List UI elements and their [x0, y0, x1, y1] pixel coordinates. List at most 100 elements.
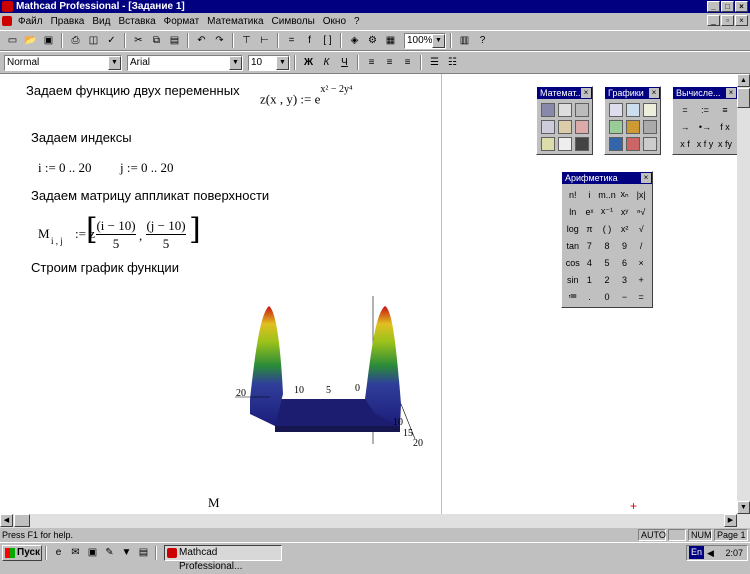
zoom-plot-icon[interactable] — [642, 136, 657, 151]
polar-plot-icon[interactable] — [625, 102, 640, 117]
doc-close-button[interactable]: × — [735, 15, 748, 26]
arith-button[interactable]: 9 — [617, 238, 633, 253]
arith-button[interactable]: = — [633, 289, 649, 304]
insert-unit-icon[interactable]: [ ] — [319, 32, 336, 49]
index-j-definition[interactable]: j := 0 .. 20 — [120, 160, 174, 176]
math-palette-title[interactable]: Математ... × — [537, 87, 592, 99]
arith-button[interactable]: ( ) — [598, 221, 616, 236]
undo-icon[interactable]: ↶ — [193, 32, 210, 49]
text-region-indices[interactable]: Задаем индексы — [31, 130, 132, 145]
scroll-thumb[interactable] — [737, 88, 750, 108]
explorer-quicklaunch-icon[interactable]: ▣ — [84, 544, 101, 561]
menu-edit[interactable]: Правка — [47, 13, 89, 30]
menu-file[interactable]: Файл — [14, 13, 47, 30]
text-region-plot[interactable]: Строим график функции — [31, 260, 179, 275]
zoom-select[interactable]: 100% ▼ — [404, 32, 446, 49]
arith-button[interactable]: . — [582, 289, 598, 304]
evaluation-icon[interactable] — [540, 119, 555, 134]
arith-button[interactable]: i — [582, 187, 598, 202]
resource-icon[interactable]: ◈ — [346, 32, 363, 49]
surface-plot-icon[interactable] — [642, 102, 657, 117]
eval-global-button[interactable]: ≡ — [716, 102, 734, 117]
arith-button[interactable]: 8 — [598, 238, 616, 253]
chevron-down-icon[interactable]: ▼ — [276, 55, 289, 70]
animation-icon[interactable] — [625, 136, 640, 151]
arith-button[interactable]: + — [633, 272, 649, 287]
arith-button[interactable]: 6 — [617, 255, 633, 270]
align-left-text-icon[interactable]: ≡ — [363, 54, 380, 71]
close-icon[interactable]: × — [581, 88, 591, 98]
arith-button[interactable]: 2 — [598, 272, 616, 287]
component-icon[interactable]: ⚙ — [364, 32, 381, 49]
style-select[interactable]: Normal ▼ — [4, 54, 122, 71]
hscroll-thumb[interactable] — [14, 514, 30, 527]
ie-quicklaunch-icon[interactable]: e — [50, 544, 67, 561]
arith-button[interactable]: 0 — [598, 289, 616, 304]
arith-button[interactable]: / — [633, 238, 649, 253]
insert-function-icon[interactable]: f — [301, 32, 318, 49]
menu-view[interactable]: Вид — [88, 13, 114, 30]
horizontal-scrollbar[interactable]: ◀ ▶ — [0, 514, 750, 528]
scroll-down-icon[interactable]: ▼ — [737, 501, 750, 514]
arith-button[interactable]: ≔ — [565, 289, 581, 304]
arith-button[interactable]: 1 — [582, 272, 598, 287]
bold-button[interactable]: Ж — [300, 54, 317, 71]
matrix-icon[interactable] — [574, 102, 589, 117]
underline-button[interactable]: Ч — [336, 54, 353, 71]
math-palette-icon[interactable]: ▦ — [382, 32, 399, 49]
italic-button[interactable]: К — [318, 54, 335, 71]
worksheet[interactable]: Задаем функцию двух переменных z(x , y) … — [0, 74, 750, 514]
document-icon[interactable] — [2, 16, 12, 26]
boolean-icon[interactable] — [574, 119, 589, 134]
calculator-icon[interactable] — [540, 102, 555, 117]
scroll-left-icon[interactable]: ◀ — [0, 514, 13, 527]
arith-button[interactable]: eˣ — [582, 204, 598, 219]
arith-button[interactable]: ln — [565, 204, 581, 219]
index-i-definition[interactable]: i := 0 .. 20 — [38, 160, 92, 176]
greek-icon[interactable] — [557, 136, 572, 151]
align-right-text-icon[interactable]: ≡ — [399, 54, 416, 71]
doc-minimize-button[interactable]: _ — [707, 15, 720, 26]
start-button[interactable]: Пуск — [2, 544, 42, 561]
graph-palette-title[interactable]: Графики × — [605, 87, 660, 99]
app-quicklaunch-icon[interactable]: ✎ — [101, 544, 118, 561]
align-left-icon[interactable]: ⊢ — [256, 32, 273, 49]
arith-button[interactable]: x⁻¹ — [598, 204, 616, 219]
xy-plot-icon[interactable] — [608, 102, 623, 117]
close-button[interactable]: × — [735, 1, 748, 12]
close-icon[interactable]: × — [726, 88, 736, 98]
function-definition[interactable]: z(x , y) := ex² − 2y⁴ — [260, 84, 353, 107]
menu-format[interactable]: Формат — [160, 13, 204, 30]
arith-button[interactable]: cos — [565, 255, 581, 270]
menu-symbolics[interactable]: Символы — [268, 13, 319, 30]
arith-button[interactable]: 4 — [582, 255, 598, 270]
maximize-button[interactable]: □ — [721, 1, 734, 12]
cut-icon[interactable]: ✂ — [130, 32, 147, 49]
eval-infix-button[interactable]: x f y — [696, 136, 714, 151]
arith-button[interactable]: x² — [617, 221, 633, 236]
print-icon[interactable]: ⎙ — [67, 32, 84, 49]
desktop-quicklaunch-icon[interactable]: ▤ — [135, 544, 152, 561]
print-preview-icon[interactable]: ◫ — [85, 32, 102, 49]
save-icon[interactable]: ▣ — [40, 32, 57, 49]
graph-icon[interactable] — [557, 102, 572, 117]
text-region-matrix[interactable]: Задаем матрицу аппликат поверхности — [31, 188, 269, 203]
chevron-down-icon[interactable]: ▼ — [229, 55, 242, 70]
calculus-icon[interactable] — [557, 119, 572, 134]
eval-define-button[interactable]: := — [696, 102, 714, 117]
taskbar-mathcad-button[interactable]: Mathcad Professional... — [164, 544, 282, 572]
arith-button[interactable]: ⁿ√ — [633, 204, 649, 219]
bullet-list-icon[interactable]: ☰ — [426, 54, 443, 71]
menu-help[interactable]: ? — [350, 13, 364, 30]
doc-restore-button[interactable]: ▫ — [721, 15, 734, 26]
contour-plot-icon[interactable] — [608, 119, 623, 134]
eval-symbolic-button[interactable]: → — [676, 119, 694, 134]
menu-insert[interactable]: Вставка — [114, 13, 159, 30]
text-region-function[interactable]: Задаем функцию двух переменных — [26, 83, 240, 98]
arith-button[interactable]: xʸ — [617, 204, 633, 219]
menu-window[interactable]: Окно — [319, 13, 350, 30]
close-icon[interactable]: × — [641, 173, 651, 183]
shortcut-quicklaunch-icon[interactable]: ▼ — [118, 544, 135, 561]
copy-icon[interactable]: ⧉ — [148, 32, 165, 49]
arith-button[interactable]: n! — [565, 187, 581, 202]
